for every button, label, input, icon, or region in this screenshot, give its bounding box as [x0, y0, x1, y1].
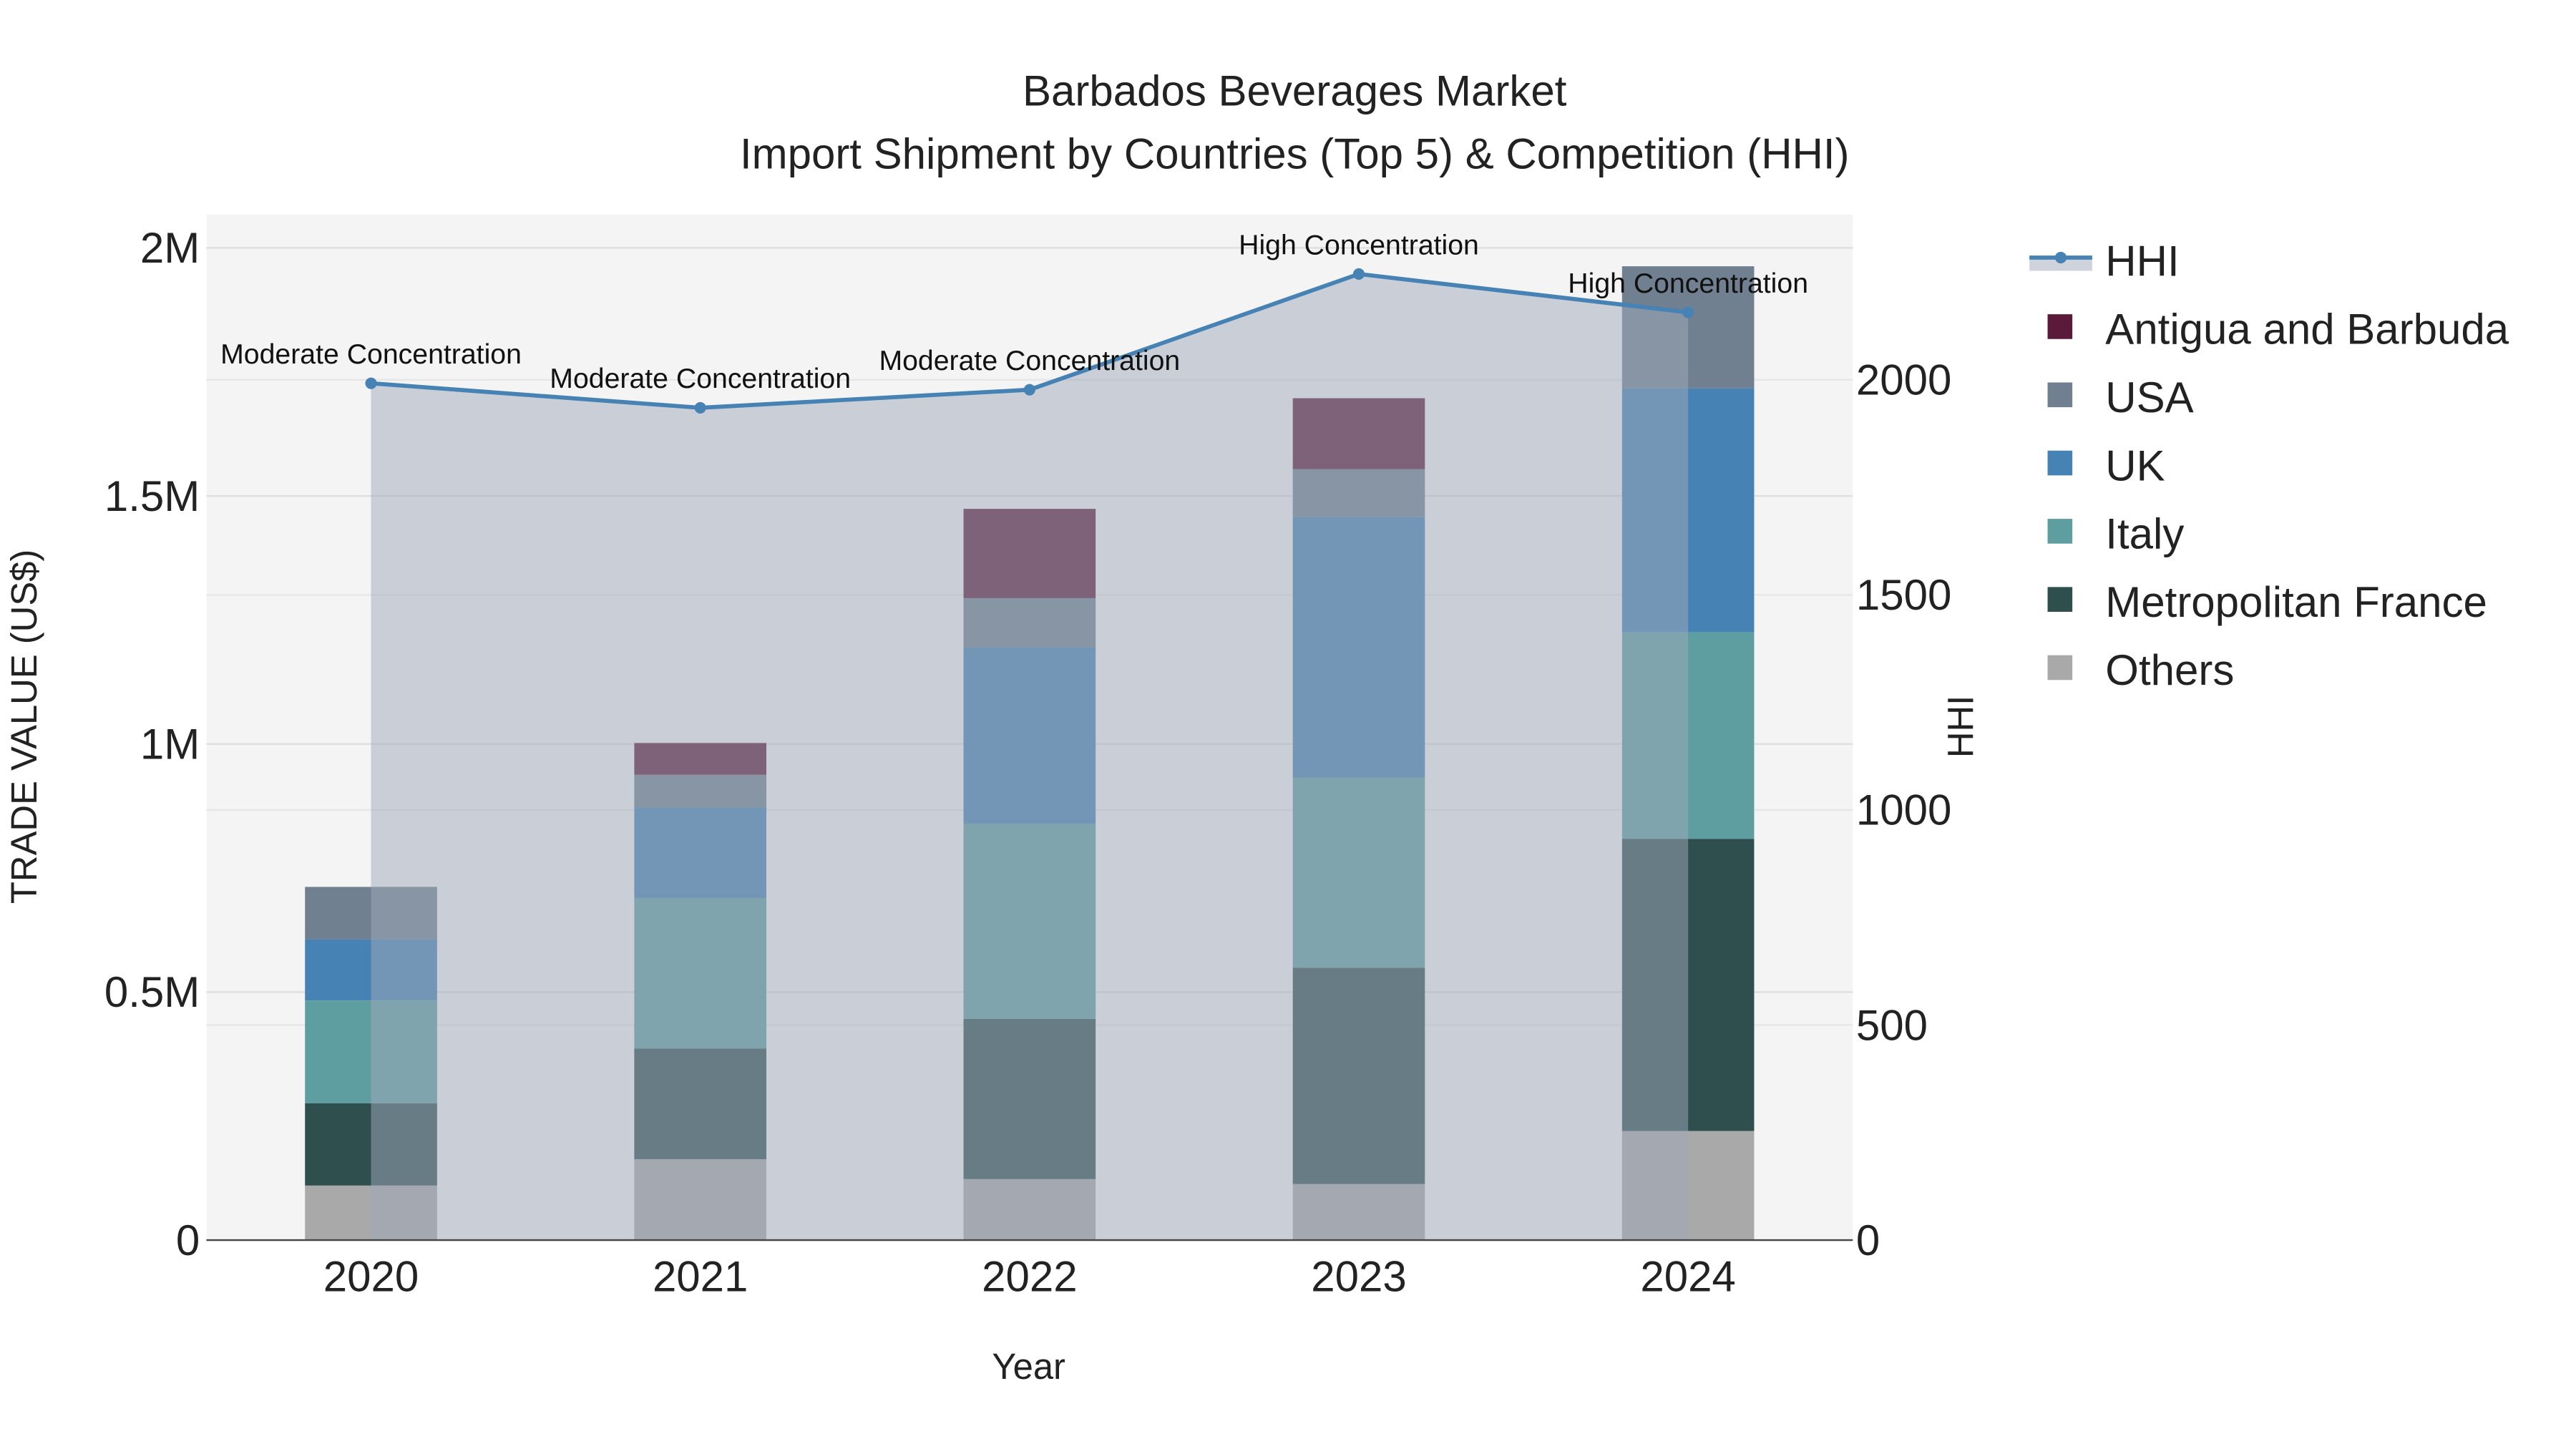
legend-hhi-marker	[2054, 251, 2067, 264]
hhi-point	[694, 401, 706, 414]
legend-label: UK	[2105, 441, 2165, 489]
hhi-annotation: High Concentration	[1239, 229, 1479, 260]
y2-tick-label: 1500	[1856, 571, 1951, 619]
legend-label: Antigua and Barbuda	[2105, 306, 2509, 353]
legend-swatch	[2047, 587, 2073, 612]
legend-swatch	[2047, 519, 2073, 544]
legend-swatch	[2047, 314, 2073, 339]
y2-tick-label: 2000	[1856, 356, 1951, 404]
y2-tick-label: 1000	[1856, 786, 1951, 834]
hhi-annotation: Moderate Concentration	[220, 338, 522, 370]
hhi-annotation: High Concentration	[1568, 268, 1808, 299]
x-tick-label: 2024	[1640, 1253, 1735, 1301]
legend-swatch	[2047, 655, 2073, 680]
y-axis-label: TRADE VALUE (US$)	[4, 550, 44, 904]
legend-swatch	[2047, 450, 2073, 476]
x-tick-label: 2022	[982, 1253, 1077, 1301]
legend-label: Italy	[2105, 510, 2184, 558]
chart-title: Barbados Beverages Market	[1023, 67, 1567, 115]
legend-label: Metropolitan France	[2105, 578, 2487, 626]
hhi-point	[1023, 384, 1035, 396]
hhi-point	[1352, 268, 1365, 280]
hhi-point	[365, 377, 377, 389]
y-tick-label: 2M	[140, 224, 200, 272]
legend-label: Others	[2105, 646, 2234, 694]
legend-swatch	[2047, 382, 2073, 408]
legend: HHI Antigua and Barbuda USA UK Italy Metropol…	[2029, 237, 2509, 694]
chart: Moderate Concentration Moderate Concentra…	[4, 67, 2509, 1387]
x-axis-label: Year	[992, 1346, 1065, 1387]
hhi-annotation: Moderate Concentration	[879, 345, 1180, 376]
x-tick-label: 2020	[323, 1253, 419, 1301]
hhi-area	[371, 273, 1689, 1241]
y-tick-label: 1.5M	[104, 472, 200, 520]
hhi-annotation: Moderate Concentration	[550, 363, 851, 394]
x-tick-label: 2021	[653, 1253, 748, 1301]
y2-axis-label: HHI	[1941, 696, 1981, 758]
y2-tick-label: 500	[1856, 1001, 1928, 1049]
y-tick-label: 0	[176, 1216, 200, 1264]
hhi-point	[1682, 306, 1694, 318]
y-tick-label: 0.5M	[104, 968, 200, 1016]
y-tick-label: 1M	[140, 721, 200, 769]
x-tick-label: 2023	[1311, 1253, 1406, 1301]
legend-label: USA	[2105, 374, 2193, 421]
chart-subtitle: Import Shipment by Countries (Top 5) & C…	[740, 130, 1850, 177]
y2-tick-label: 0	[1856, 1216, 1880, 1264]
legend-label: HHI	[2105, 237, 2179, 285]
